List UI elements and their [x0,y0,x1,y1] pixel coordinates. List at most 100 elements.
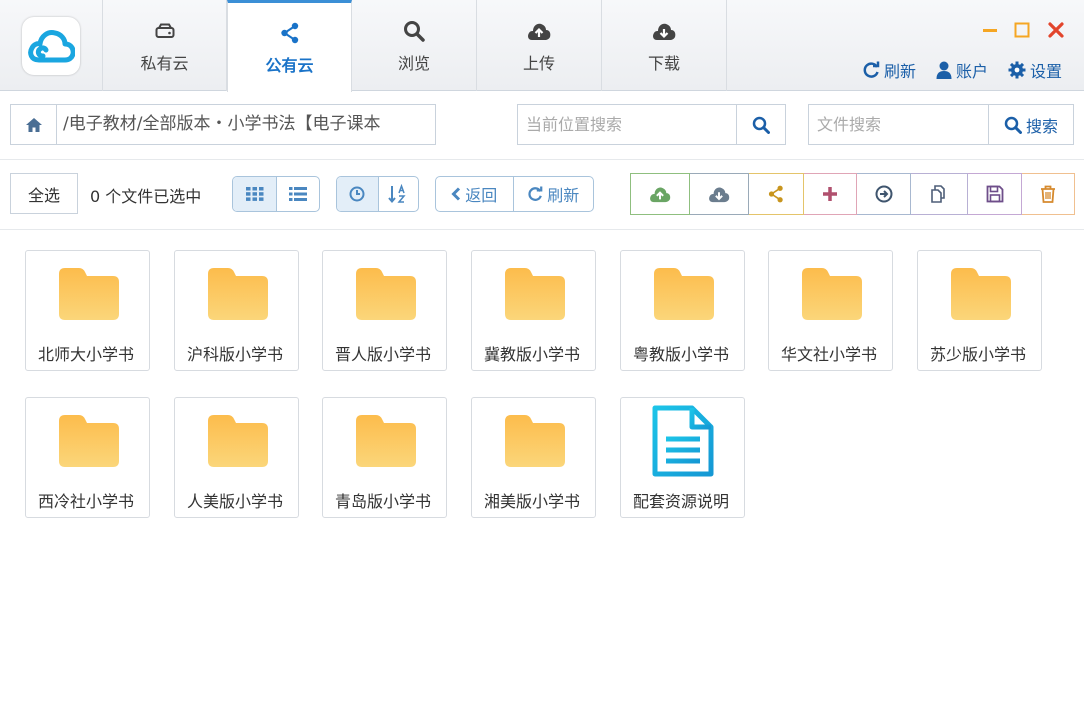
tab-private-cloud[interactable]: 私有云 [102,0,227,91]
file-search-input[interactable] [808,104,989,145]
back-button[interactable]: 返回 [436,177,513,211]
home-icon [25,117,42,132]
folder-item[interactable]: 沪科版小学书 [174,250,299,371]
cloud-download-icon [709,187,730,203]
location-search-button[interactable] [737,104,786,145]
file-name: 粤教版小学书 [633,345,730,364]
select-all-button[interactable]: 全选 [10,173,78,214]
cloud-upload-icon [526,18,552,44]
divider [0,229,1084,230]
file-name: 冀教版小学书 [484,345,581,364]
folder-item[interactable]: 西冷社小学书 [25,397,150,518]
path-text[interactable]: /电子教材/全部版本・小学书法【电子课本 [57,105,435,144]
sort-group [336,176,419,212]
back-label: 返回 [465,186,498,205]
hdd-icon [155,18,175,44]
file-name: 人美版小学书 [187,492,284,511]
folder-icon [472,263,595,325]
download-button[interactable] [690,173,749,215]
list-icon [289,187,307,201]
folder-item[interactable]: 粤教版小学书 [620,250,745,371]
folder-icon [769,263,892,325]
user-icon [936,61,952,79]
arrow-right-circle-icon [875,185,892,203]
tab-label: 公有云 [265,55,314,75]
navigation-group: 返回 刷新 [435,176,594,212]
search-icon [752,116,770,134]
sort-by-time-button[interactable] [337,177,378,211]
file-name: 晋人版小学书 [335,345,432,364]
refresh-label: 刷新 [884,62,917,81]
tab-label: 私有云 [140,53,189,73]
refresh-icon [863,61,880,78]
share-icon [280,20,300,46]
document-item[interactable]: 配套资源说明 [620,397,745,518]
top-refresh-button[interactable]: 刷新 [862,58,916,82]
file-search-label: 搜索 [1025,116,1058,136]
cloud-upload-icon [650,187,671,203]
move-button[interactable] [857,173,911,215]
folder-item[interactable]: 北师大小学书 [25,250,150,371]
share-button[interactable] [749,173,804,215]
folder-icon [26,410,149,472]
new-folder-button[interactable] [804,173,857,215]
file-name: 青岛版小学书 [335,492,432,511]
sort-alpha-icon [388,184,406,204]
top-bar: 私有云 公有云 浏览 上传 下载 刷新 账户 设置 [0,0,1084,92]
tab-label: 浏览 [397,53,430,73]
folder-item[interactable]: 冀教版小学书 [471,250,596,371]
action-bar [630,173,1075,215]
tab-label: 下载 [647,53,680,73]
grid-icon [245,187,263,201]
cloud-download-icon [651,18,677,44]
share-icon [768,185,783,203]
folder-item[interactable]: 人美版小学书 [174,397,299,518]
folder-item[interactable]: 青岛版小学书 [322,397,447,518]
folder-icon [472,410,595,472]
grid-view-button[interactable] [233,177,276,211]
folder-item[interactable]: 湘美版小学书 [471,397,596,518]
clock-icon [349,186,365,202]
tab-upload[interactable]: 上传 [477,0,602,91]
folder-icon [175,263,298,325]
path-bar: /电子教材/全部版本・小学书法【电子课本 [10,104,436,145]
tab-download[interactable]: 下载 [602,0,727,91]
trash-icon [1041,185,1055,203]
settings-button[interactable]: 设置 [1008,58,1062,82]
file-name: 湘美版小学书 [484,492,581,511]
location-search [517,104,786,145]
list-view-button[interactable] [276,177,319,211]
chevron-left-icon [451,187,461,201]
copy-icon [931,185,945,203]
plus-icon [823,187,837,201]
copy-button[interactable] [911,173,968,215]
folder-item[interactable]: 晋人版小学书 [322,250,447,371]
refresh-label: 刷新 [547,186,580,205]
account-label: 账户 [956,62,989,81]
tab-browse[interactable]: 浏览 [352,0,477,91]
file-search-button[interactable]: 搜索 [989,104,1074,145]
folder-item[interactable]: 苏少版小学书 [917,250,1042,371]
upload-button[interactable] [630,173,690,215]
home-button[interactable] [11,105,57,144]
minimize-button[interactable] [980,20,1000,40]
file-manager-window: 私有云 公有云 浏览 上传 下载 刷新 账户 设置 /电子教材/全部版本・小学书… [0,0,1084,725]
settings-label: 设置 [1030,62,1063,81]
save-button[interactable] [968,173,1022,215]
location-search-input[interactable] [517,104,737,145]
close-button[interactable] [1046,20,1066,40]
maximize-button[interactable] [1012,20,1032,40]
toolbar-refresh-button[interactable]: 刷新 [512,177,593,211]
delete-button[interactable] [1022,173,1075,215]
folder-icon [918,263,1041,325]
tab-public-cloud[interactable]: 公有云 [227,0,352,92]
account-button[interactable]: 账户 [936,58,988,82]
file-search: 搜索 [808,104,1074,145]
file-name: 华文社小学书 [781,345,878,364]
file-name: 西冷社小学书 [38,492,135,511]
divider [0,159,1084,160]
refresh-icon [528,186,543,201]
sort-by-name-button[interactable] [377,177,419,211]
folder-icon [26,263,149,325]
folder-item[interactable]: 华文社小学书 [768,250,893,371]
